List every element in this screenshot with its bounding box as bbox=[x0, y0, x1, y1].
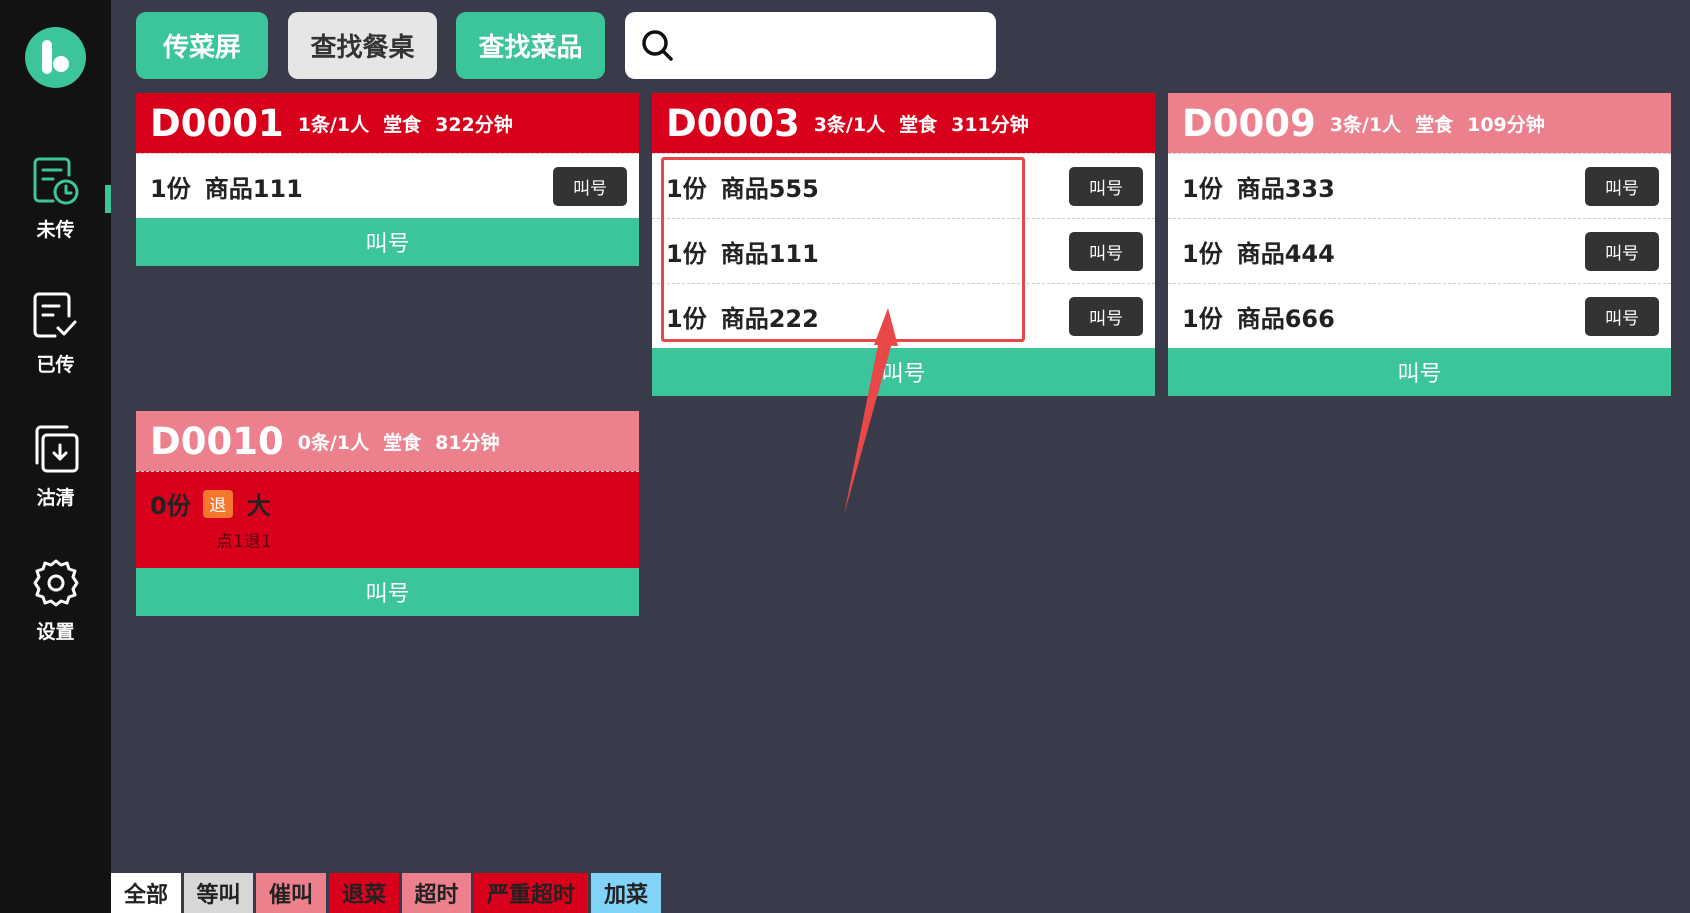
sidebar-item-sold-out[interactable]: 沽清 bbox=[0, 423, 111, 533]
dish-qty: 1份 bbox=[1182, 239, 1223, 268]
dish-row: 1份 商品666 叫号 bbox=[1168, 283, 1671, 348]
order-meta: 0条/1人 堂食 81分钟 bbox=[298, 428, 514, 455]
dish-row: 1份 商品333 叫号 bbox=[1168, 153, 1671, 218]
legend-severe-overtime[interactable]: 严重超时 bbox=[474, 873, 588, 913]
dish-name: 商品333 bbox=[1236, 174, 1335, 203]
legend-urged[interactable]: 催叫 bbox=[256, 873, 326, 913]
elapsed-time: 109分钟 bbox=[1467, 113, 1545, 136]
table-code: D0009 bbox=[1182, 101, 1316, 145]
order-card: D0009 3条/1人 堂食 109分钟 1份 商品333 叫号 1份 商品444 叫号… bbox=[1168, 93, 1671, 396]
item-count: 3条/1人 bbox=[813, 113, 886, 136]
order-card-header: D0010 0条/1人 堂食 81分钟 bbox=[136, 411, 639, 471]
dish-row: 1份 商品555 叫号 bbox=[652, 153, 1155, 218]
order-type: 堂食 bbox=[383, 431, 422, 454]
dish-qty: 0份 bbox=[150, 492, 191, 520]
legend-waiting[interactable]: 等叫 bbox=[184, 873, 253, 913]
table-code: D0003 bbox=[666, 101, 800, 145]
dish-name: 大 bbox=[246, 492, 271, 520]
sidebar-item-label: 未传 bbox=[36, 219, 75, 241]
order-card: D0010 0条/1人 堂食 81分钟 0份 退 大 点1退1 叫号 bbox=[136, 411, 639, 616]
table-code: D0010 bbox=[150, 419, 284, 463]
legend-added[interactable]: 加菜 bbox=[591, 873, 661, 913]
order-card-header: D0009 3条/1人 堂食 109分钟 bbox=[1168, 93, 1671, 153]
cancel-badge: 退 bbox=[202, 489, 233, 518]
sidebar-item-sent[interactable]: 已传 bbox=[0, 290, 111, 400]
item-count: 3条/1人 bbox=[1329, 113, 1402, 136]
legend-all[interactable]: 全部 bbox=[111, 873, 181, 913]
table-code: D0001 bbox=[150, 101, 284, 145]
call-table-button[interactable]: 叫号 bbox=[136, 218, 639, 266]
app-logo bbox=[25, 27, 86, 88]
dish-name: 商品111 bbox=[204, 174, 303, 203]
dish-row: 1份 商品444 叫号 bbox=[1168, 218, 1671, 283]
dish-qty: 1份 bbox=[666, 174, 707, 203]
find-table-button[interactable]: 查找餐桌 bbox=[288, 12, 437, 79]
dish-row: 1份 商品111 叫号 bbox=[652, 218, 1155, 283]
order-meta: 1条/1人 堂食 322分钟 bbox=[298, 110, 527, 137]
call-dish-button[interactable]: 叫号 bbox=[1585, 297, 1659, 336]
cancelled-dish-row: 0份 退 大 点1退1 bbox=[136, 471, 639, 568]
legend-returned[interactable]: 退菜 bbox=[329, 873, 399, 913]
order-type: 堂食 bbox=[1415, 113, 1454, 136]
call-dish-button[interactable]: 叫号 bbox=[1069, 297, 1143, 336]
dish-qty: 1份 bbox=[1182, 304, 1223, 333]
call-dish-button[interactable]: 叫号 bbox=[1069, 232, 1143, 271]
order-card: D0001 1条/1人 堂食 322分钟 1份 商品111 叫号 叫号 bbox=[136, 93, 639, 266]
check-doc-icon bbox=[33, 292, 76, 338]
sidebar-item-label: 沽清 bbox=[36, 487, 75, 509]
search-input[interactable] bbox=[687, 22, 982, 68]
cancel-note: 点1退1 bbox=[216, 532, 272, 552]
dish-qty: 1份 bbox=[1182, 174, 1223, 203]
sidebar-item-label: 设置 bbox=[36, 621, 75, 643]
item-count: 0条/1人 bbox=[297, 431, 370, 454]
search-box[interactable] bbox=[625, 12, 996, 79]
dish-qty: 1份 bbox=[150, 174, 191, 203]
call-dish-button[interactable]: 叫号 bbox=[1585, 167, 1659, 206]
clock-doc-icon bbox=[33, 157, 78, 205]
item-count: 1条/1人 bbox=[297, 113, 370, 136]
dish-name: 商品666 bbox=[1236, 304, 1335, 333]
dish-row: 1份 商品222 叫号 bbox=[652, 283, 1155, 348]
search-icon bbox=[642, 30, 673, 61]
call-table-button[interactable]: 叫号 bbox=[1168, 348, 1671, 396]
download-box-icon bbox=[35, 425, 78, 473]
dish-qty: 1份 bbox=[666, 304, 707, 333]
order-card-header: D0001 1条/1人 堂食 322分钟 bbox=[136, 93, 639, 153]
sidebar-item-pending[interactable]: 未传 bbox=[0, 155, 111, 265]
order-meta: 3条/1人 堂食 109分钟 bbox=[1330, 110, 1559, 137]
dish-name: 商品111 bbox=[720, 239, 819, 268]
find-dish-button[interactable]: 查找菜品 bbox=[456, 12, 605, 79]
order-meta: 3条/1人 堂食 311分钟 bbox=[814, 110, 1043, 137]
dish-row: 1份 商品111 叫号 bbox=[136, 153, 639, 218]
dish-name: 商品222 bbox=[720, 304, 819, 333]
sidebar: 未传 已传 沽清 设置 bbox=[0, 0, 111, 913]
call-dish-button[interactable]: 叫号 bbox=[1585, 232, 1659, 271]
legend-overtime[interactable]: 超时 bbox=[402, 873, 471, 913]
elapsed-time: 81分钟 bbox=[435, 431, 500, 454]
dish-name: 商品555 bbox=[720, 174, 819, 203]
dish-qty: 1份 bbox=[666, 239, 707, 268]
dish-name: 商品444 bbox=[1236, 239, 1335, 268]
gear-icon bbox=[33, 559, 78, 607]
elapsed-time: 311分钟 bbox=[951, 113, 1029, 136]
elapsed-time: 322分钟 bbox=[435, 113, 513, 136]
call-table-button[interactable]: 叫号 bbox=[136, 568, 639, 616]
order-type: 堂食 bbox=[899, 113, 938, 136]
call-dish-button[interactable]: 叫号 bbox=[553, 167, 627, 206]
order-card-header: D0003 3条/1人 堂食 311分钟 bbox=[652, 93, 1155, 153]
status-legend: 全部 等叫 催叫 退菜 超时 严重超时 加菜 bbox=[111, 873, 664, 913]
order-type: 堂食 bbox=[383, 113, 422, 136]
pass-screen-button[interactable]: 传菜屏 bbox=[136, 12, 268, 79]
sidebar-item-label: 已传 bbox=[36, 354, 75, 376]
call-dish-button[interactable]: 叫号 bbox=[1069, 167, 1143, 206]
call-table-button[interactable]: 叫号 bbox=[652, 348, 1155, 396]
sidebar-item-settings[interactable]: 设置 bbox=[0, 557, 111, 667]
order-card: D0003 3条/1人 堂食 311分钟 1份 商品555 叫号 1份 商品111 叫号… bbox=[652, 93, 1155, 396]
